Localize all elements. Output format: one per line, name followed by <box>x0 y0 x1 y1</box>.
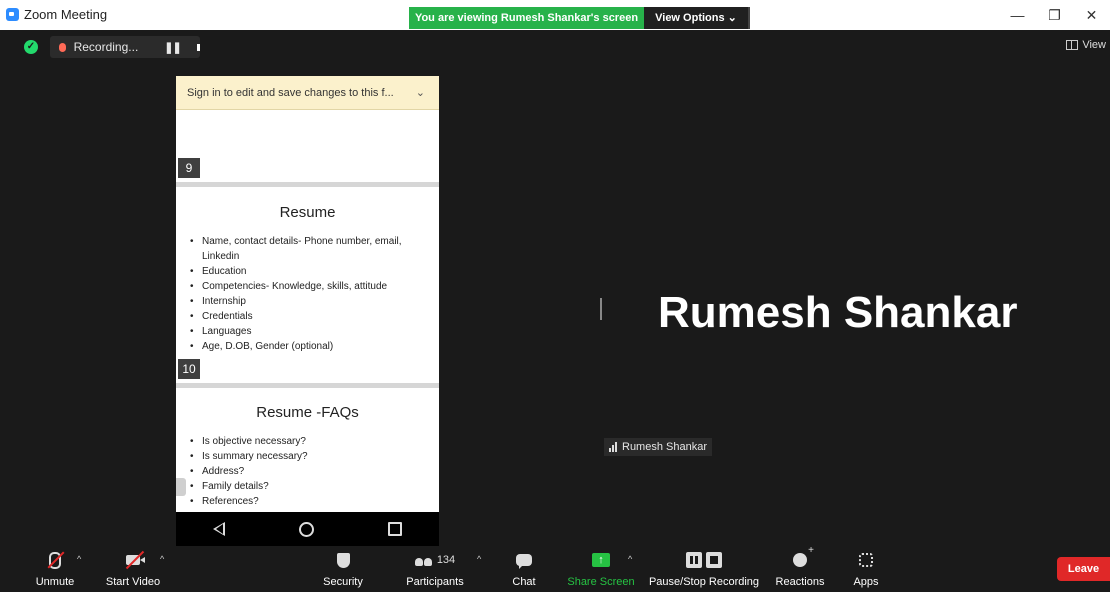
chat-icon <box>516 554 532 569</box>
slide-separator <box>176 383 439 388</box>
apps-button[interactable]: Apps <box>846 548 886 588</box>
viewing-banner: You are viewing Rumesh Shankar's screen <box>409 7 644 29</box>
pause-stop-recording-button[interactable]: Pause/Stop Recording <box>648 548 760 588</box>
share-screen-button[interactable]: ↑ Share Screen <box>566 548 636 588</box>
android-recents-icon[interactable] <box>388 522 402 536</box>
leave-button[interactable]: Leave <box>1057 557 1110 581</box>
start-video-label: Start Video <box>105 576 161 588</box>
signin-text: Sign in to edit and save changes to this… <box>187 87 394 99</box>
security-shield-icon <box>336 552 350 568</box>
participants-options-caret[interactable]: ^ <box>477 554 481 564</box>
share-screen-label: Share Screen <box>567 576 635 588</box>
unmute-label: Unmute <box>35 576 75 588</box>
start-video-button[interactable]: Start Video <box>103 548 163 588</box>
bullet-item: References? <box>190 494 436 509</box>
pause-icon[interactable]: ❚❚ <box>164 41 181 54</box>
slide-title: Resume -FAQs <box>256 404 359 421</box>
bullet-item: Internship <box>190 294 436 309</box>
chat-label: Chat <box>512 576 536 588</box>
video-options-caret[interactable]: ^ <box>160 554 164 564</box>
minimize-button[interactable]: — <box>999 0 1036 30</box>
meeting-toolbar: Unmute ^ Start Video ^ Security 134 Part… <box>0 545 1110 592</box>
recording-indicator: Recording... ❚❚ <box>50 36 200 58</box>
stop-recording-icon <box>706 552 722 568</box>
slide-page-number: 9 <box>178 158 200 178</box>
title-bar: Zoom Meeting You are viewing Rumesh Shan… <box>0 0 1110 30</box>
android-nav-bar <box>176 512 439 546</box>
apps-label: Apps <box>853 576 879 588</box>
app-title: Zoom Meeting <box>6 7 107 22</box>
security-button[interactable]: Security <box>318 548 368 588</box>
reactions-icon <box>793 545 814 567</box>
recording-label: Recording... <box>73 40 139 54</box>
share-options-caret[interactable]: ^ <box>628 554 632 564</box>
video-off-icon <box>126 555 145 565</box>
cloud-record-icon <box>59 42 66 52</box>
participants-icon: 134 <box>414 554 456 566</box>
text-cursor <box>600 298 602 320</box>
bullet-item: Education <box>190 264 436 279</box>
slide-page-number: 10 <box>178 359 200 379</box>
pause-stop-recording-label: Pause/Stop Recording <box>648 576 760 588</box>
audio-options-caret[interactable]: ^ <box>77 554 81 564</box>
signin-bar[interactable]: Sign in to edit and save changes to this… <box>176 76 439 110</box>
bullet-item: Languages <box>190 324 436 339</box>
bullet-item: Is objective necessary? <box>190 434 436 449</box>
pause-recording-icon <box>686 552 702 568</box>
edge-handle[interactable] <box>176 478 186 496</box>
zoom-logo-icon <box>6 8 19 21</box>
window-controls: — ❐ ✕ <box>999 0 1110 30</box>
participants-label: Participants <box>406 576 464 588</box>
participants-count: 134 <box>436 554 456 566</box>
share-screen-icon: ↑ <box>592 553 610 567</box>
apps-icon <box>859 553 873 567</box>
bullet-item: Competencies- Knowledge, skills, attitud… <box>190 279 436 294</box>
gallery-view-icon <box>1066 40 1079 50</box>
android-home-icon[interactable] <box>299 521 314 537</box>
signal-icon <box>609 442 618 452</box>
slide-bullets: Name, contact details- Phone number, ema… <box>190 234 436 354</box>
close-button[interactable]: ✕ <box>1073 0 1110 30</box>
android-back-icon[interactable] <box>213 522 225 536</box>
chat-button[interactable]: Chat <box>504 548 544 588</box>
window-title: Zoom Meeting <box>24 7 108 22</box>
slide-bullets: Is objective necessary? Is summary neces… <box>190 434 436 509</box>
bullet-item: Is summary necessary? <box>190 449 436 464</box>
participants-button[interactable]: 134 Participants <box>400 548 470 588</box>
speaker-name: Rumesh Shankar <box>658 288 1018 337</box>
stop-icon[interactable] <box>196 43 200 51</box>
bullet-item: Address? <box>190 464 436 479</box>
view-options-button[interactable]: View Options ⌄ <box>644 7 750 29</box>
slide-title: Resume <box>279 204 336 221</box>
bullet-item: Name, contact details- Phone number, ema… <box>190 234 436 264</box>
bullet-item: Credentials <box>190 309 436 324</box>
shared-screen[interactable]: Sign in to edit and save changes to this… <box>176 76 439 546</box>
shield-check-icon[interactable]: ✓ <box>24 40 38 54</box>
slide-separator <box>176 182 439 187</box>
speaker-tag-label: Rumesh Shankar <box>622 441 707 453</box>
restore-button[interactable]: ❐ <box>1036 0 1073 30</box>
reactions-button[interactable]: Reactions <box>770 545 830 588</box>
unmute-button[interactable]: Unmute <box>30 548 80 588</box>
view-label: View <box>1082 39 1106 51</box>
speaker-tag: Rumesh Shankar <box>604 438 712 456</box>
mic-muted-icon <box>49 551 61 569</box>
bullet-item: Age, D.OB, Gender (optional) <box>190 339 436 354</box>
security-label: Security <box>323 576 363 588</box>
chevron-down-icon[interactable]: ⌄ <box>416 76 425 110</box>
view-button[interactable]: View <box>1066 39 1106 51</box>
bullet-item: Family details? <box>190 479 436 494</box>
reactions-label: Reactions <box>775 576 825 588</box>
